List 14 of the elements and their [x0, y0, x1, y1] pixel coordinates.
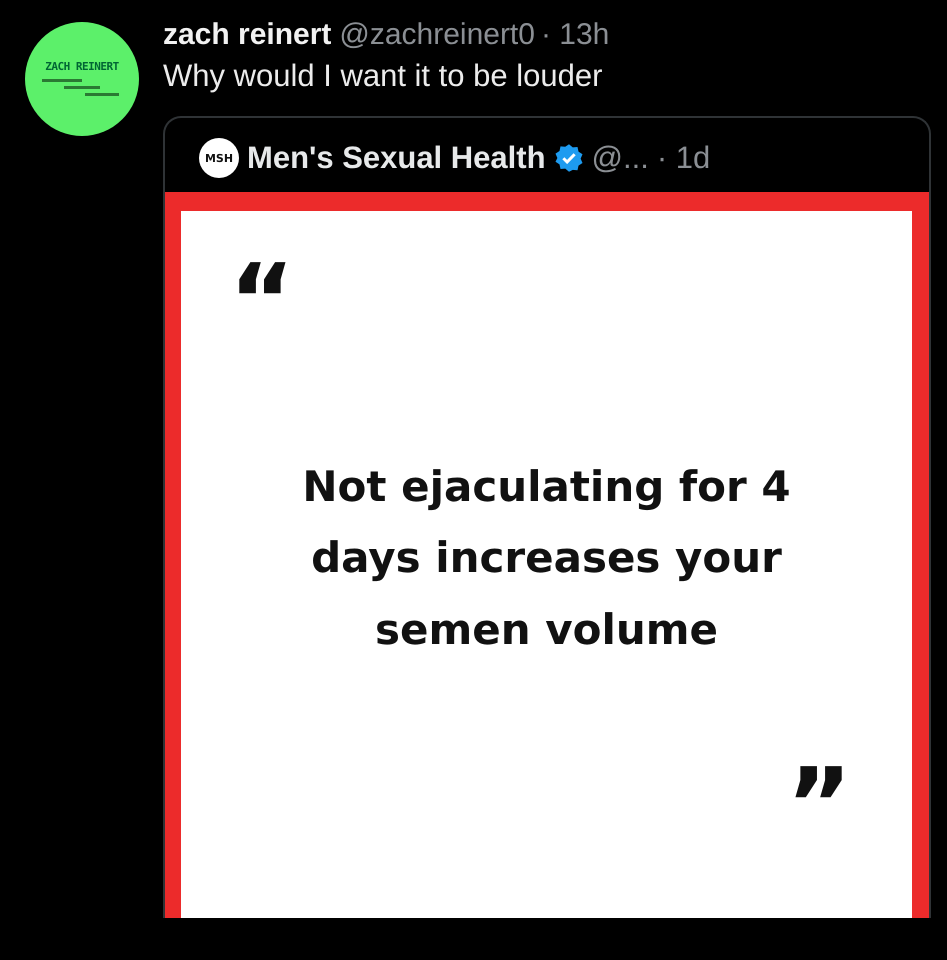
- quoted-post-card[interactable]: MSH Men's Sexual Health @... · 1d “ Not ejaculating for 4 days increases your semen volume ”: [163, 116, 931, 918]
- avatar-text: ZACH REINERT: [45, 60, 119, 73]
- quoted-handle[interactable]: @...: [592, 140, 649, 176]
- close-quote-mark: ”: [786, 755, 852, 856]
- post-time[interactable]: · 13h: [540, 18, 610, 52]
- post-text: Why would I want it to be louder: [163, 58, 604, 94]
- quoted-time[interactable]: · 1d: [656, 140, 710, 176]
- open-quote-mark: “: [229, 251, 295, 331]
- account-logo: MSH: [199, 138, 239, 178]
- statement-text: Not ejaculating for 4 days increases your semen volume: [301, 461, 792, 656]
- author-handle[interactable]: @zachreinert0: [339, 18, 535, 52]
- avatar[interactable]: ZACH REINERT: [25, 22, 139, 136]
- quoted-author-name[interactable]: Men's Sexual Health: [247, 140, 546, 176]
- author-name[interactable]: zach reinert: [163, 18, 332, 52]
